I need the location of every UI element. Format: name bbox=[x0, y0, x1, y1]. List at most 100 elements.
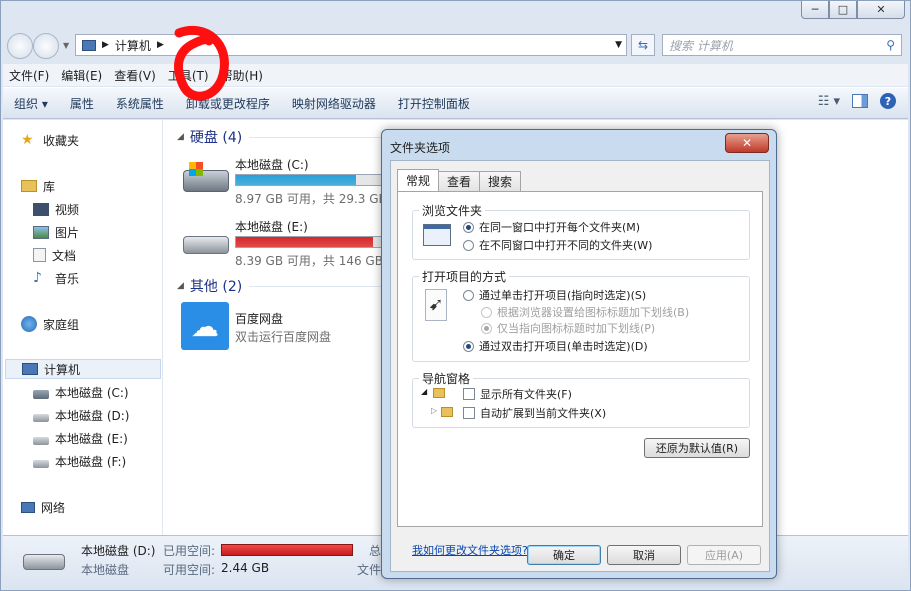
click-items-label: 打开项目的方式 bbox=[419, 268, 510, 285]
apply-button[interactable]: 应用(A) bbox=[687, 545, 761, 565]
library-icon bbox=[21, 180, 37, 192]
sidebar-item-homegroup[interactable]: 家庭组 bbox=[21, 314, 79, 334]
sidebar-item-label: 本地磁盘 (F:) bbox=[55, 454, 127, 469]
baidu-netdisk-item[interactable]: ☁ 百度网盘 双击运行百度网盘 bbox=[181, 302, 391, 358]
forward-button[interactable] bbox=[33, 33, 59, 59]
radio-new-window[interactable]: 在不同窗口中打开不同的文件夹(W) bbox=[463, 237, 652, 253]
option-label: 自动扩展到当前文件夹(X) bbox=[480, 407, 607, 420]
folder-options-dialog: 文件夹选项 ✕ 常规 查看 搜索 浏览文件夹 在同一窗口中打开每个文件夹(M) … bbox=[381, 129, 777, 579]
sidebar-item-drive-f[interactable]: 本地磁盘 (F:) bbox=[33, 451, 126, 471]
details-free-label: 可用空间: bbox=[163, 563, 216, 577]
tab-view[interactable]: 查看 bbox=[438, 171, 481, 191]
browse-folders-group: 浏览文件夹 在同一窗口中打开每个文件夹(M) 在不同窗口中打开不同的文件夹(W) bbox=[412, 202, 750, 260]
menu-tools[interactable]: 工具(T) bbox=[162, 67, 215, 84]
checkbox-auto-expand[interactable]: 自动扩展到当前文件夹(X) bbox=[463, 405, 606, 421]
app-description: 双击运行百度网盘 bbox=[235, 330, 332, 344]
sidebar-item-label: 计算机 bbox=[44, 362, 81, 377]
hard-drive-icon bbox=[33, 460, 49, 468]
help-icon[interactable]: ? bbox=[880, 93, 896, 109]
sidebar-item-computer[interactable]: 计算机 bbox=[5, 359, 161, 379]
sidebar-item-label: 音乐 bbox=[55, 271, 80, 286]
close-button[interactable]: ✕ bbox=[857, 1, 905, 19]
radio-button[interactable] bbox=[463, 239, 474, 251]
uninstall-program-button[interactable]: 卸载或更改程序 bbox=[175, 95, 281, 112]
preview-pane-icon[interactable] bbox=[852, 94, 868, 108]
radio-button[interactable] bbox=[463, 340, 474, 352]
sidebar-item-label: 家庭组 bbox=[43, 317, 80, 332]
maximize-button[interactable]: □ bbox=[829, 1, 857, 19]
folder-options-help-link[interactable]: 我如何更改文件夹选项? bbox=[412, 542, 528, 558]
drive-tile-c[interactable]: 本地磁盘 (C:) 8.97 GB 可用，共 29.3 GB bbox=[181, 156, 391, 212]
hard-drive-icon bbox=[33, 437, 49, 445]
sidebar-item-drive-e[interactable]: 本地磁盘 (E:) bbox=[33, 428, 128, 448]
sidebar-item-drive-d[interactable]: 本地磁盘 (D:) bbox=[33, 405, 129, 425]
option-label: 根据浏览器设置给图标标题加下划线(B) bbox=[497, 306, 690, 319]
open-control-panel-button[interactable]: 打开控制面板 bbox=[387, 95, 481, 112]
radio-same-window[interactable]: 在同一窗口中打开每个文件夹(M) bbox=[463, 219, 640, 235]
tree-collapsed-icon: ▷ bbox=[431, 406, 438, 415]
sidebar-item-pictures[interactable]: 图片 bbox=[33, 222, 79, 242]
menu-edit[interactable]: 编辑(E) bbox=[55, 67, 108, 84]
dialog-title: 文件夹选项 bbox=[390, 141, 451, 155]
search-input[interactable]: 搜索 计算机 ⚲ bbox=[662, 34, 902, 56]
option-label: 通过双击打开项目(单击时选定)(D) bbox=[479, 340, 648, 353]
group-header-disks[interactable]: ◢ 硬盘 (4) bbox=[177, 126, 242, 148]
option-label: 在同一窗口中打开每个文件夹(M) bbox=[479, 221, 641, 234]
sidebar-item-label: 本地磁盘 (E:) bbox=[55, 431, 128, 446]
cursor-click-icon: ➹ bbox=[425, 289, 447, 321]
navigation-pane-label: 导航窗格 bbox=[419, 370, 474, 387]
tab-search[interactable]: 搜索 bbox=[479, 171, 522, 191]
sidebar-item-favorites[interactable]: ★ 收藏夹 bbox=[21, 130, 79, 150]
recent-pages-chevron-icon[interactable]: ▼ bbox=[63, 41, 69, 50]
chevron-right-icon[interactable]: ▶ bbox=[157, 40, 164, 50]
drive-usage-bar bbox=[235, 236, 383, 248]
browse-window-icon bbox=[423, 224, 451, 246]
collapse-triangle-icon[interactable]: ◢ bbox=[177, 132, 184, 142]
radio-button[interactable] bbox=[463, 221, 474, 233]
sidebar-item-documents[interactable]: 文档 bbox=[33, 245, 76, 265]
minimize-button[interactable]: ─ bbox=[801, 1, 829, 19]
properties-button[interactable]: 属性 bbox=[59, 95, 105, 112]
radio-single-click[interactable]: 通过单击打开项目(指向时选定)(S) bbox=[463, 287, 646, 303]
radio-underline-browser[interactable]: 根据浏览器设置给图标标题加下划线(B) bbox=[481, 304, 689, 320]
sidebar-item-network[interactable]: 网络 bbox=[21, 497, 65, 517]
menu-view[interactable]: 查看(V) bbox=[108, 67, 162, 84]
group-header-other[interactable]: ◢ 其他 (2) bbox=[177, 275, 242, 297]
radio-button[interactable] bbox=[463, 289, 474, 301]
collapse-triangle-icon[interactable]: ◢ bbox=[177, 281, 184, 291]
system-properties-button[interactable]: 系统属性 bbox=[105, 95, 175, 112]
radio-double-click[interactable]: 通过双击打开项目(单击时选定)(D) bbox=[463, 338, 648, 354]
radio-button[interactable] bbox=[481, 306, 492, 318]
tab-general[interactable]: 常规 bbox=[397, 169, 440, 191]
option-label: 仅当指向图标标题时加下划线(P) bbox=[497, 322, 656, 335]
radio-underline-point[interactable]: 仅当指向图标标题时加下划线(P) bbox=[481, 320, 655, 336]
address-bar[interactable]: ▶ 计算机 ▶ ▼ bbox=[75, 34, 627, 56]
checkbox-show-all-folders[interactable]: 显示所有文件夹(F) bbox=[463, 386, 572, 402]
menu-help[interactable]: 帮助(H) bbox=[215, 67, 269, 84]
breadcrumb-computer[interactable]: 计算机 bbox=[115, 37, 151, 54]
sidebar-item-music[interactable]: ♪ 音乐 bbox=[33, 268, 79, 288]
restore-defaults-button[interactable]: 还原为默认值(R) bbox=[644, 438, 750, 458]
view-options-icon[interactable]: ☷ ▾ bbox=[818, 94, 840, 109]
dialog-close-button[interactable]: ✕ bbox=[725, 133, 769, 153]
radio-button[interactable] bbox=[481, 322, 492, 334]
click-items-group: 打开项目的方式 ➹ 通过单击打开项目(指向时选定)(S) 根据浏览器设置给图标标… bbox=[412, 268, 750, 362]
cancel-button[interactable]: 取消 bbox=[607, 545, 681, 565]
ok-button[interactable]: 确定 bbox=[527, 545, 601, 565]
hard-drive-icon bbox=[23, 554, 65, 570]
menu-file[interactable]: 文件(F) bbox=[3, 67, 55, 84]
sidebar-item-videos[interactable]: 视频 bbox=[33, 199, 79, 219]
map-network-drive-button[interactable]: 映射网络驱动器 bbox=[281, 95, 387, 112]
drive-tile-e[interactable]: 本地磁盘 (E:) 8.39 GB 可用，共 146 GB bbox=[181, 218, 391, 274]
details-total-label: 总 bbox=[369, 544, 382, 558]
address-dropdown-icon[interactable]: ▼ bbox=[615, 40, 622, 50]
refresh-button[interactable]: ⇆ bbox=[631, 34, 655, 56]
title-bar: ─ □ ✕ bbox=[1, 1, 911, 29]
sidebar-item-drive-c[interactable]: 本地磁盘 (C:) bbox=[33, 382, 129, 402]
checkbox[interactable] bbox=[463, 407, 475, 419]
organize-button[interactable]: 组织 ▾ bbox=[3, 95, 59, 112]
checkbox[interactable] bbox=[463, 388, 475, 400]
back-button[interactable] bbox=[7, 33, 33, 59]
sidebar-item-libraries[interactable]: 库 bbox=[21, 176, 55, 196]
chevron-right-icon[interactable]: ▶ bbox=[102, 40, 109, 50]
